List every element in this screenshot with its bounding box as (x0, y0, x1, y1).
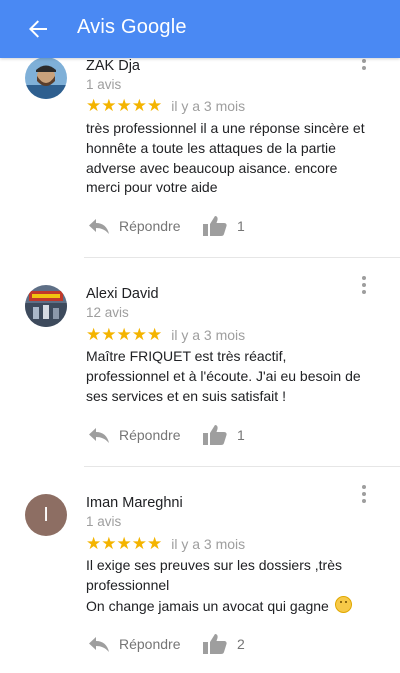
review-text-line: honnête a toute les attaques de la parti… (86, 139, 336, 156)
star-icon: ★ (131, 96, 147, 115)
thumbs-up-icon (203, 425, 227, 445)
avatar[interactable] (25, 57, 67, 99)
star-icon: ★ (131, 534, 147, 553)
review-text-line: adverse avec beaucoup aisance. encore (86, 159, 338, 176)
review-text-line: professionnel et à l'écoute. J'ai eu bes… (86, 367, 361, 384)
review-text: Il exige ses preuves sur les dossiers ,t… (86, 556, 386, 616)
like-button[interactable]: 1 (202, 215, 245, 237)
review-text: Maître FRIQUET est très réactif, profess… (86, 347, 386, 406)
rating-row: ★ ★ ★ ★ ★ il y a 3 mois (86, 97, 245, 114)
avatar[interactable] (25, 285, 67, 327)
rating-row: ★ ★ ★ ★ ★ il y a 3 mois (86, 326, 245, 343)
review-count: 1 avis (86, 77, 122, 92)
more-options-icon[interactable] (354, 483, 374, 505)
reply-button[interactable]: Répondre (88, 635, 181, 653)
review-text-line: Il exige ses preuves sur les dossiers ,t… (86, 557, 342, 573)
like-count: 2 (237, 636, 245, 652)
reply-icon (89, 428, 109, 443)
thumbs-up-icon (203, 216, 227, 236)
review-text-line: très professionnel il a une réponse sinc… (86, 120, 365, 136)
star-icon: ★ (86, 325, 102, 344)
reviewer-name[interactable]: Iman Mareghni (86, 495, 183, 511)
review-date: il y a 3 mois (171, 535, 246, 552)
more-options-icon[interactable] (354, 274, 374, 296)
reply-label: Répondre (119, 427, 181, 443)
reply-label: Répondre (119, 636, 181, 652)
review-text-line: On change jamais un avocat qui gagne (86, 597, 329, 614)
arrow-back-icon (29, 20, 47, 38)
grimace-emoji-icon (334, 595, 352, 613)
star-icon: ★ (86, 534, 102, 553)
app-bar: Avis Google (0, 0, 400, 58)
star-icon: ★ (147, 534, 163, 553)
star-icon: ★ (131, 325, 147, 344)
reply-label: Répondre (119, 218, 181, 234)
review-text-line: merci pour votre aide (86, 179, 218, 196)
reply-button[interactable]: Répondre (88, 217, 181, 235)
star-rating: ★ ★ ★ ★ ★ (86, 97, 162, 114)
divider (84, 257, 400, 258)
review-count: 1 avis (86, 514, 122, 529)
star-icon: ★ (86, 96, 102, 115)
avatar[interactable]: I (25, 494, 67, 536)
reply-icon (89, 219, 109, 234)
avatar-letter: I (43, 503, 49, 526)
star-rating: ★ ★ ★ ★ ★ (86, 326, 162, 343)
thumbs-up-icon (203, 634, 227, 654)
like-button[interactable]: 1 (202, 424, 245, 446)
star-icon: ★ (116, 534, 132, 553)
reply-icon (89, 637, 109, 652)
review-count: 12 avis (86, 305, 129, 320)
reviewer-name[interactable]: ZAK Dja (86, 58, 140, 74)
star-icon: ★ (101, 96, 117, 115)
divider (84, 466, 400, 467)
rating-row: ★ ★ ★ ★ ★ il y a 3 mois (86, 535, 245, 552)
back-button[interactable] (24, 15, 52, 43)
review-date: il y a 3 mois (171, 326, 246, 343)
review-text-line: professionnel (86, 576, 170, 593)
reply-button[interactable]: Répondre (88, 426, 181, 444)
star-icon: ★ (101, 325, 117, 344)
review-text: très professionnel il a une réponse sinc… (86, 119, 386, 198)
star-rating: ★ ★ ★ ★ ★ (86, 535, 162, 552)
review-date: il y a 3 mois (171, 97, 246, 114)
review-text-line: ses services et en suis satisfait ! (86, 387, 286, 404)
like-count: 1 (237, 218, 245, 234)
star-icon: ★ (116, 96, 132, 115)
page-title: Avis Google (77, 16, 187, 38)
review-text-line: Maître FRIQUET est très réactif, (86, 348, 287, 364)
reviewer-name[interactable]: Alexi David (86, 286, 159, 302)
star-icon: ★ (147, 325, 163, 344)
like-count: 1 (237, 427, 245, 443)
star-icon: ★ (116, 325, 132, 344)
like-button[interactable]: 2 (202, 633, 245, 655)
star-icon: ★ (147, 96, 163, 115)
star-icon: ★ (101, 534, 117, 553)
review-text-line-with-emoji: On change jamais un avocat qui gagne (86, 595, 386, 617)
